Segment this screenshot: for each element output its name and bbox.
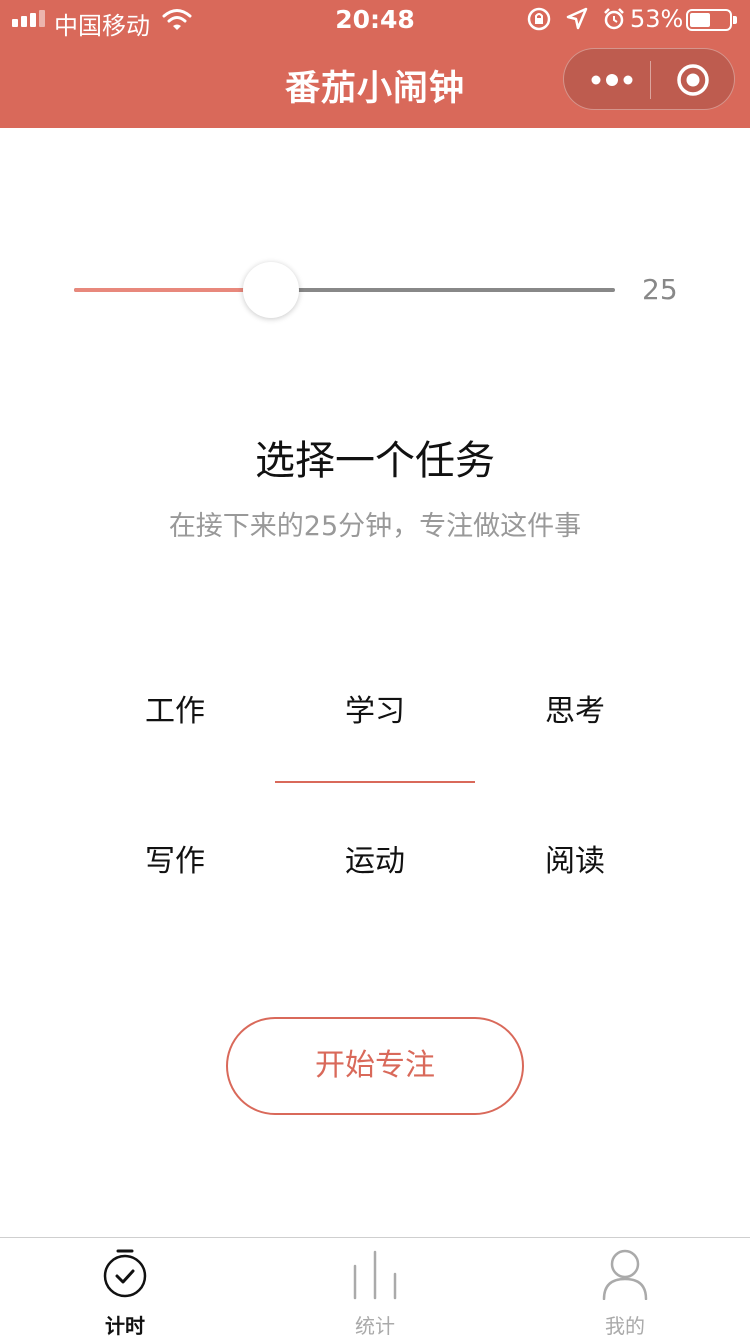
battery-icon bbox=[686, 9, 737, 31]
task-option-writing[interactable]: 写作 bbox=[75, 836, 275, 880]
location-icon bbox=[566, 7, 588, 30]
battery-fill bbox=[690, 13, 710, 27]
tab-timer[interactable]: 计时 bbox=[0, 1238, 250, 1338]
slider-filled-track bbox=[74, 288, 271, 292]
duration-slider[interactable] bbox=[74, 262, 615, 318]
slider-thumb[interactable] bbox=[243, 262, 299, 318]
task-option-work[interactable]: 工作 bbox=[75, 686, 275, 730]
tab-timer-label: 计时 bbox=[105, 1314, 145, 1338]
stats-bars-icon bbox=[353, 1250, 397, 1300]
task-subheading: 在接下来的25分钟，专注做这件事 bbox=[168, 511, 582, 542]
start-focus-button[interactable]: 开始专注 bbox=[226, 1017, 524, 1115]
task-option-study[interactable]: 学习 bbox=[275, 686, 475, 730]
alarm-icon bbox=[604, 8, 624, 30]
slider-value: 25 bbox=[642, 273, 678, 306]
close-target-icon[interactable] bbox=[676, 63, 710, 97]
mini-program-capsule bbox=[563, 48, 735, 110]
tab-stats-label: 统计 bbox=[355, 1314, 395, 1338]
tab-bar: 计时 统计 我的 bbox=[0, 1237, 750, 1338]
battery-percent: 53% bbox=[630, 5, 684, 33]
status-icons bbox=[526, 6, 626, 32]
rotation-lock-icon bbox=[527, 7, 551, 31]
task-option-think[interactable]: 思考 bbox=[475, 686, 675, 730]
task-option-reading[interactable]: 阅读 bbox=[475, 836, 675, 880]
tab-profile-label: 我的 bbox=[605, 1314, 645, 1338]
tab-stats[interactable]: 统计 bbox=[250, 1238, 500, 1338]
user-icon bbox=[602, 1249, 648, 1300]
task-heading: 选择一个任务 bbox=[255, 438, 495, 484]
tab-profile[interactable]: 我的 bbox=[500, 1238, 750, 1338]
timer-check-icon bbox=[103, 1249, 147, 1298]
task-option-exercise[interactable]: 运动 bbox=[275, 836, 475, 880]
capsule-divider bbox=[650, 61, 651, 99]
status-bar: 中国移动 20:48 53% bbox=[0, 0, 750, 40]
app-header: 中国移动 20:48 53% 番茄小闹钟 bbox=[0, 0, 750, 128]
selected-task-underline bbox=[275, 781, 475, 783]
more-dots-icon[interactable] bbox=[590, 68, 634, 92]
